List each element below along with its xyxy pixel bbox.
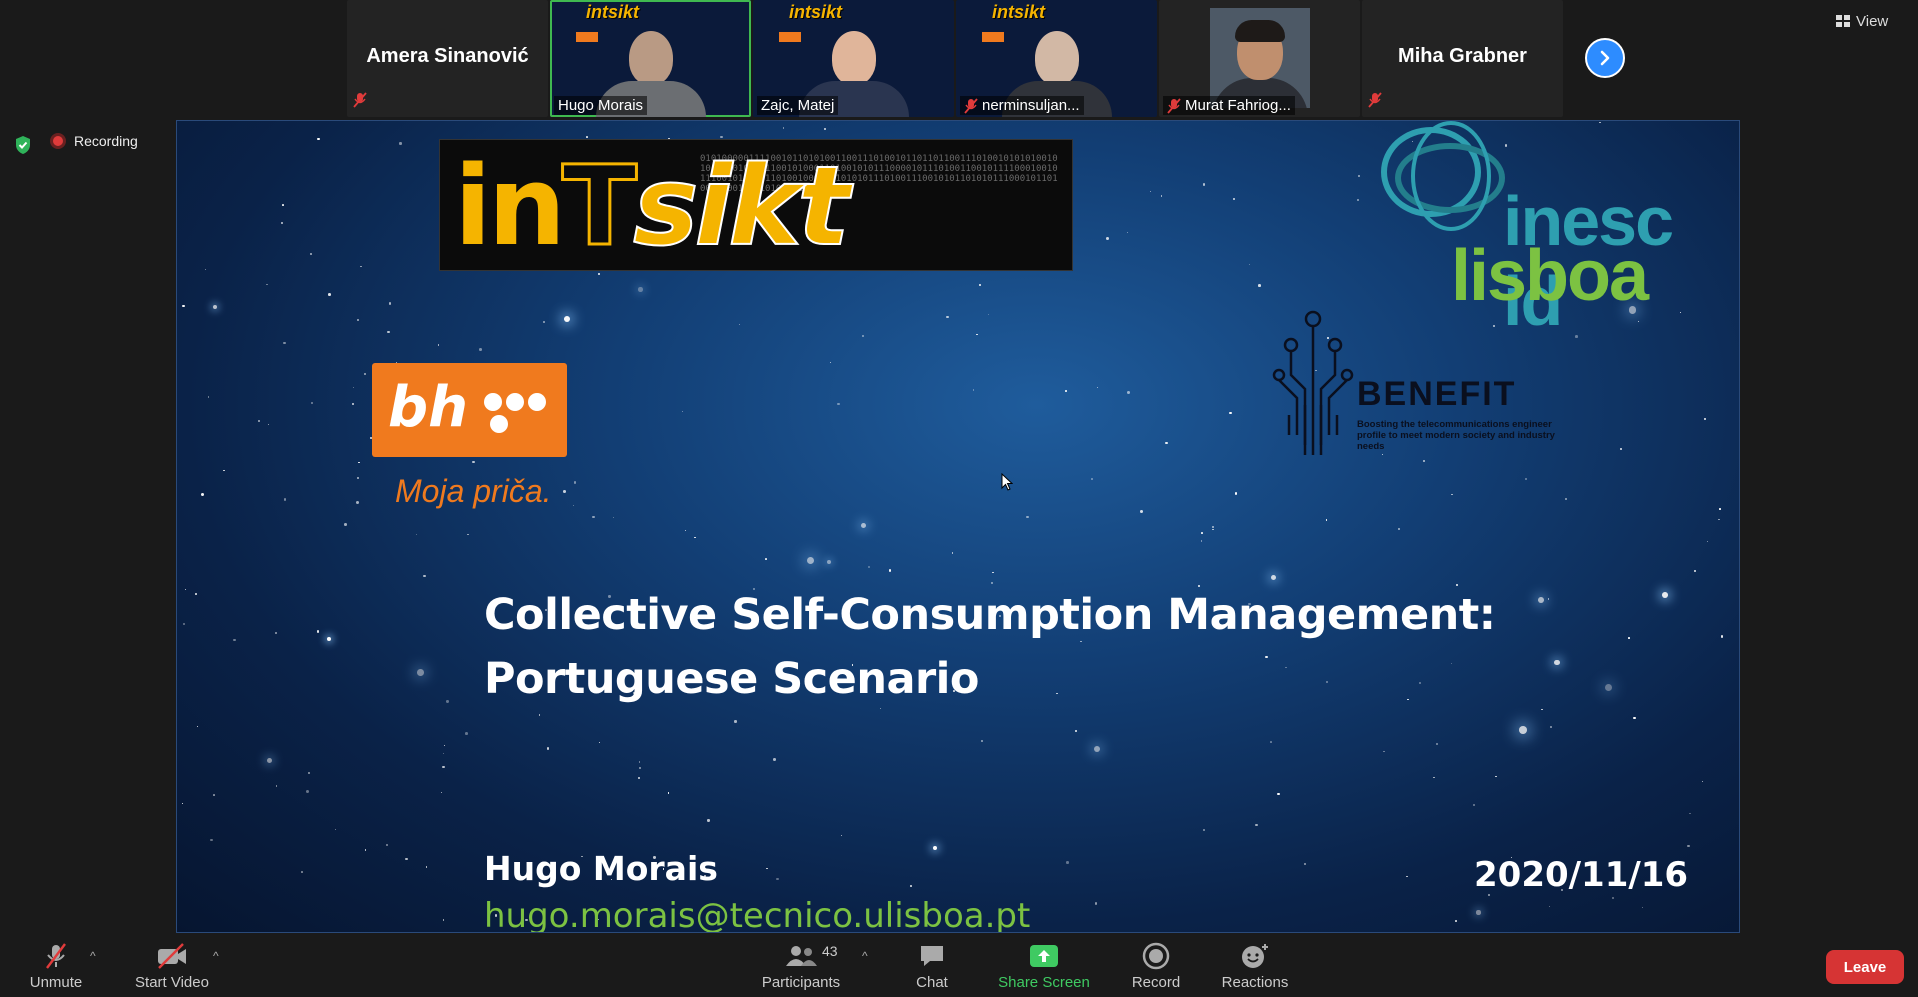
security-shield-icon[interactable] bbox=[14, 135, 32, 160]
participant-tile[interactable]: intsikt nerminsuljan... bbox=[956, 0, 1157, 117]
reactions-label: Reactions bbox=[1221, 973, 1289, 991]
intsikt-mini-logo: intsikt bbox=[586, 2, 640, 22]
start-video-label: Start Video bbox=[135, 973, 209, 991]
record-label: Record bbox=[1131, 973, 1181, 991]
slide-title-line1: Collective Self-Consumption Management: bbox=[484, 590, 1496, 640]
benefit-project-logo: BENEFIT Boosting the telecommunications … bbox=[1271, 305, 1561, 465]
mic-muted-icon bbox=[964, 97, 978, 114]
bh-logo-text: bh bbox=[388, 375, 468, 440]
grid-view-icon bbox=[1836, 15, 1850, 27]
participant-name-tag: Hugo Morais bbox=[554, 96, 648, 115]
recording-indicator[interactable]: Recording bbox=[50, 133, 138, 149]
recording-dot-icon bbox=[50, 133, 66, 149]
participant-count: 43 bbox=[822, 943, 838, 959]
share-screen-label: Share Screen bbox=[998, 973, 1090, 991]
meeting-toolbar: Unmute ^ Start Video ^ Participants 43 ^… bbox=[0, 935, 1918, 997]
share-screen-button[interactable]: Share Screen bbox=[996, 935, 1092, 997]
participant-name: Hugo Morais bbox=[558, 97, 644, 114]
intsikt-mini-logo: intsikt bbox=[992, 2, 1046, 22]
audio-options-caret-icon[interactable]: ^ bbox=[90, 949, 96, 963]
shared-screen-slide: 0101000001111001011010100110011101001011… bbox=[176, 120, 1740, 933]
circuit-tree-icon bbox=[1272, 310, 1354, 455]
participants-label: Participants bbox=[761, 973, 841, 991]
participant-name-tag: nerminsuljan... bbox=[960, 96, 1084, 115]
participant-name-tag: Murat Fahriog... bbox=[1163, 96, 1295, 115]
intsikt-wordmark: inTsikt bbox=[454, 141, 851, 271]
intsikt-mini-logo: intsikt bbox=[789, 2, 843, 22]
record-button[interactable]: Record bbox=[1126, 935, 1186, 997]
participant-tile[interactable]: intsikt Zajc, Matej bbox=[753, 0, 954, 117]
participant-tile[interactable]: Murat Fahriog... bbox=[1159, 0, 1360, 117]
bh-telecom-logo: bh bbox=[372, 363, 567, 457]
intsikt-banner-logo: 0101000001111001011010100110011101001011… bbox=[439, 139, 1073, 271]
chevron-right-icon bbox=[1600, 50, 1610, 66]
participant-tile[interactable]: Miha Grabner bbox=[1362, 0, 1563, 117]
participant-photo bbox=[1209, 8, 1310, 108]
inesc-id-lisboa-logo: inesc id lisboa bbox=[1375, 121, 1739, 340]
benefit-title: BENEFIT bbox=[1357, 375, 1517, 413]
participant-tile-active[interactable]: intsikt Hugo Morais bbox=[550, 0, 751, 117]
mouse-cursor-icon bbox=[1001, 473, 1013, 491]
participant-tile[interactable]: Amera Sinanović bbox=[347, 0, 548, 117]
participant-strip: Amera Sinanović intsikt Hugo Morais ints… bbox=[347, 0, 1563, 117]
participant-name: Zajc, Matej bbox=[761, 97, 835, 114]
participant-name: Miha Grabner bbox=[1398, 45, 1527, 67]
chat-button[interactable]: Chat bbox=[904, 935, 960, 997]
video-off-icon bbox=[156, 942, 188, 970]
share-screen-icon bbox=[1029, 942, 1059, 970]
mic-muted-icon bbox=[42, 942, 70, 970]
next-page-button[interactable] bbox=[1585, 38, 1625, 78]
participant-name: nerminsuljan... bbox=[982, 97, 1080, 114]
start-video-button[interactable]: Start Video bbox=[130, 935, 214, 997]
benefit-subtitle: Boosting the telecommunications engineer… bbox=[1357, 419, 1555, 452]
slide-title: Collective Self-Consumption Management: … bbox=[484, 583, 1496, 711]
leave-meeting-button[interactable]: Leave bbox=[1826, 950, 1904, 984]
participant-name: Murat Fahriog... bbox=[1185, 97, 1291, 114]
view-button[interactable]: View bbox=[1836, 8, 1888, 34]
recording-label: Recording bbox=[74, 133, 138, 149]
smiley-reaction-icon bbox=[1240, 942, 1270, 970]
chat-label: Chat bbox=[916, 973, 948, 991]
view-label: View bbox=[1856, 12, 1889, 30]
presenter-email: hugo.morais@tecnico.ulisboa.pt bbox=[484, 896, 1031, 933]
presentation-date: 2020/11/16 bbox=[1474, 855, 1689, 895]
presenter-name: Hugo Morais bbox=[484, 849, 718, 888]
participants-icon bbox=[784, 942, 818, 970]
slide-title-line2: Portuguese Scenario bbox=[484, 654, 979, 704]
reactions-button[interactable]: Reactions bbox=[1220, 935, 1290, 997]
mic-muted-icon bbox=[353, 92, 367, 113]
unmute-label: Unmute bbox=[29, 973, 83, 991]
unmute-button[interactable]: Unmute bbox=[22, 935, 90, 997]
participant-name: Amera Sinanović bbox=[366, 45, 529, 67]
mic-muted-icon bbox=[1167, 97, 1181, 114]
participant-name-tag: Zajc, Matej bbox=[757, 96, 839, 115]
bh-slogan: Moja priča. bbox=[395, 473, 552, 509]
participants-options-caret-icon[interactable]: ^ bbox=[862, 949, 868, 963]
mic-muted-icon bbox=[1368, 92, 1382, 113]
record-icon bbox=[1142, 942, 1170, 970]
video-options-caret-icon[interactable]: ^ bbox=[213, 949, 219, 963]
chat-bubble-icon bbox=[918, 942, 946, 970]
